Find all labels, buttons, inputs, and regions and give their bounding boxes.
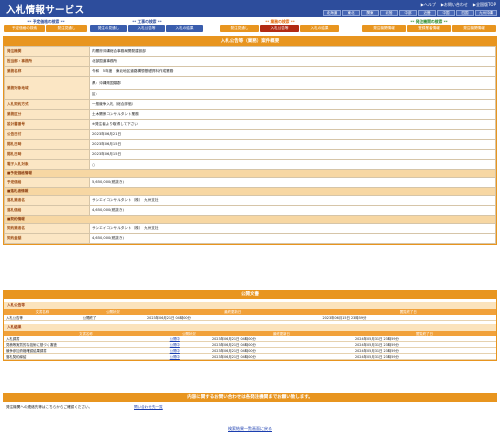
region-tab-hokkaido[interactable]: 北海道 xyxy=(323,10,341,16)
case-detail-panel: 入札公告等（業務）案件概要 発注機関 内閣府沖縄総合事務局開発建設部 担当部・事務… xyxy=(3,36,497,245)
doc-status-link[interactable]: 公開中 xyxy=(167,353,210,360)
field-label: 設計書番号 xyxy=(4,119,90,130)
nav-button[interactable]: 登録業者情報 xyxy=(407,25,451,32)
region-tab-tohoku[interactable]: 東北 xyxy=(342,10,360,16)
document-table: 文書名称 公開状況 最終更新日 閲覧終了日 入札調書 公開中 2023年06月2… xyxy=(4,330,496,360)
detail-table: 発注機関 内閣府沖縄総合事務局開発建設部 担当部・事務所 北部国道事務所 業務名称令… xyxy=(4,46,496,244)
field-label: 入札契約方式 xyxy=(4,99,90,110)
nav-group-head: ** 業務の検索 ** xyxy=(265,19,295,24)
document-table: 文書名称 公開状況 最終更新日 閲覧終了日 入札公告等 公開終了 2023年06… xyxy=(4,309,496,321)
field-value: 区： xyxy=(89,89,496,100)
field-label: 電子入札対象 xyxy=(4,159,90,170)
region-tabs: 北海道 東北 関東 北陸 中部 近畿 中国 四国 九州沖縄 xyxy=(323,10,497,16)
nav-button[interactable]: 入札の結果 xyxy=(300,25,339,32)
inquiry-row: 発注機関への連絡先等はこちらからご確認ください。 問い合わせ先一覧 xyxy=(6,405,494,412)
nav-button[interactable]: 発注の見通し xyxy=(90,25,127,32)
help-link[interactable]: ▶ヘルプ xyxy=(421,2,436,8)
nav-group-head: ** 予定価格の検索 ** xyxy=(27,19,65,24)
nav-group-agency: ** 発注機関の検索 ** 発注機関情報 登録業者情報 発注機関情報 xyxy=(362,19,496,32)
region-tab-kyushu[interactable]: 九州沖縄 xyxy=(475,10,497,16)
doc-end: 2024年05月31日 23時59分 xyxy=(352,353,496,360)
field-label: 公告日付 xyxy=(4,129,90,140)
region-tab-kanto[interactable]: 関東 xyxy=(361,10,379,16)
nav-button[interactable]: 入札公告等 xyxy=(128,25,165,32)
region-tab-hokuriku[interactable]: 北陸 xyxy=(380,10,398,16)
national-top-link[interactable]: ▶全国版TOP xyxy=(473,2,496,8)
field-label: 開札日時 xyxy=(4,139,90,150)
field-value: 令和 5年度 東北地区道路構想基礎資料作成業務 xyxy=(89,66,496,77)
field-value: 県：沖縄県国頭郡 xyxy=(89,76,496,90)
inquiry-banner: 内容に関するお問い合わせは各発注機関までお願い致します。 xyxy=(3,393,497,402)
field-value: 一般競争入札（総合評価） xyxy=(89,99,496,110)
field-value: サンエイコンサルタント（株） 九州支社 xyxy=(89,223,496,234)
region-tab-kinki[interactable]: 近畿 xyxy=(418,10,436,16)
field-value: 内閣府沖縄総合事務局開発建設部 xyxy=(89,46,496,57)
doc-updated: 2023年06月21日 04時00分 xyxy=(145,314,321,321)
field-value: 2023年06月15日 xyxy=(89,149,496,160)
field-label: 予定価格 xyxy=(4,177,90,188)
nav-button-active[interactable]: 入札公告等 xyxy=(260,25,299,32)
field-value: 2023年06月21日 xyxy=(89,129,496,140)
nav-group-construction: ** 工事の検索 ** 発注の見通し 入札公告等 入札の結果 xyxy=(90,19,204,32)
field-label: 契約金額 xyxy=(4,233,90,244)
nav-button[interactable]: 発注見通し xyxy=(46,25,87,32)
table-row: 入札公告等 公開終了 2023年06月21日 04時00分 2023年06月15… xyxy=(4,314,496,321)
nav-button[interactable]: 発注機関情報 xyxy=(362,25,406,32)
region-tab-chugoku[interactable]: 中国 xyxy=(437,10,455,16)
table-row: 落札契約締結 公開中 2023年06月21日 04時00分 2024年05月31… xyxy=(4,353,496,360)
nav-group-head: ** 工事の検索 ** xyxy=(132,19,162,24)
nav-group-head: ** 発注機関の検索 ** xyxy=(410,19,448,24)
doc-category: 入札結果 xyxy=(4,323,496,331)
contact-list-link[interactable]: 問い合わせ先一覧 xyxy=(134,405,163,410)
field-label: 発注機関 xyxy=(4,46,90,57)
nav-button[interactable]: 発注見通し xyxy=(220,25,259,32)
field-label: 契約業者名 xyxy=(4,223,90,234)
doc-updated: 2023年06月21日 04時00分 xyxy=(209,353,353,360)
nav-group-price: ** 予定価格の検索 ** 予定価格の検索 発注見通し xyxy=(4,19,88,32)
documents-title: 公開文書 xyxy=(4,291,496,299)
field-value: 2023年06月15日 xyxy=(89,139,496,150)
region-tab-shikoku[interactable]: 四国 xyxy=(456,10,474,16)
field-value: 5,650,000(税抜き) xyxy=(89,177,496,188)
contact-link[interactable]: ▶お問い合わせ xyxy=(441,2,468,8)
search-nav: ** 予定価格の検索 ** 予定価格の検索 発注見通し ** 工事の検索 ** … xyxy=(0,17,500,34)
field-value: 土木関係コンサルタント業務 xyxy=(89,109,496,120)
field-label: 業務区分 xyxy=(4,109,90,120)
field-value: サンエイコンサルタント（株） 九州支社 xyxy=(89,195,496,206)
nav-button[interactable]: 発注機関情報 xyxy=(452,25,496,32)
field-label: 担当部・事務所 xyxy=(4,56,90,67)
doc-category: 入札公告等 xyxy=(4,302,496,309)
field-value: ※発注者より取得して下さい xyxy=(89,119,496,130)
nav-group-services: ** 業務の検索 ** 発注見通し 入札公告等 入札の結果 xyxy=(220,19,340,32)
subsection-heading: ■落札者情報 xyxy=(4,187,496,196)
field-label: 業務名称 xyxy=(4,66,90,77)
field-value: 4,650,000(税抜き) xyxy=(89,205,496,216)
doc-name: 落札契約締結 xyxy=(4,353,168,360)
doc-name: 入札公告等 xyxy=(4,314,81,321)
util-links: ▶ヘルプ ▶お問い合わせ ▶全国版TOP xyxy=(421,2,496,8)
field-label: 業務対象地域 xyxy=(4,76,90,100)
back-to-results-link[interactable]: 検索結果一覧画面に戻る xyxy=(0,426,500,432)
inquiry-text: 発注機関への連絡先等はこちらからご確認ください。 xyxy=(6,405,93,409)
doc-end: 2023年06月15日 23時59分 xyxy=(320,314,496,321)
detail-title: 入札公告等（業務）案件概要 xyxy=(4,37,496,46)
field-value: 4,650,000(税抜き) xyxy=(89,233,496,244)
subsection-heading: ■契約情報 xyxy=(4,215,496,224)
field-label: 落札業者名 xyxy=(4,195,90,206)
field-value: 北部国道事務所 xyxy=(89,56,496,67)
site-header: 入札情報サービス ▶ヘルプ ▶お問い合わせ ▶全国版TOP 北海道 東北 関東 … xyxy=(0,0,500,17)
public-documents-panel: 公開文書 入札公告等 文書名称 公開状況 最終更新日 閲覧終了日 入札公告等 公… xyxy=(3,290,497,361)
field-value: ○ xyxy=(89,159,496,170)
nav-button[interactable]: 予定価格の検索 xyxy=(4,25,45,32)
field-label: 開札日時 xyxy=(4,149,90,160)
region-tab-chubu[interactable]: 中部 xyxy=(399,10,417,16)
nav-button[interactable]: 入札の結果 xyxy=(166,25,203,32)
site-title: 入札情報サービス xyxy=(6,5,85,16)
doc-status: 公開終了 xyxy=(80,314,146,321)
field-label: 落札価格 xyxy=(4,205,90,216)
subsection-heading: ■予定価格情報 xyxy=(4,169,496,178)
